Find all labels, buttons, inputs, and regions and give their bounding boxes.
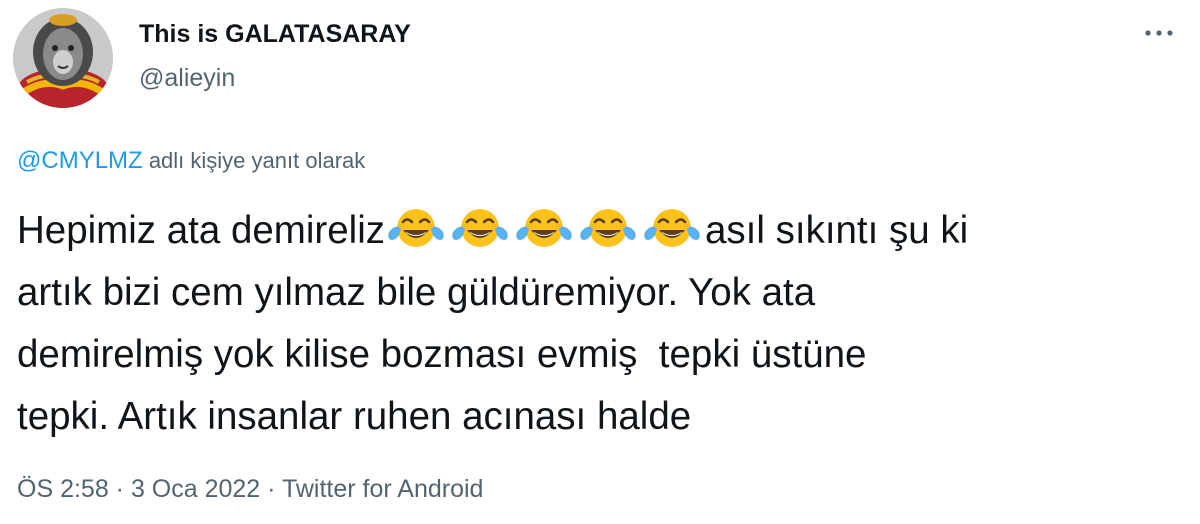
author-name[interactable]: This is GALATASARAY: [139, 20, 411, 49]
tears-of-joy-emoji-icon: [580, 209, 636, 247]
more-options-button[interactable]: [1140, 20, 1180, 50]
tweet-source[interactable]: Twitter for Android: [282, 475, 483, 503]
tweet-text-part1: Hepimiz ata demireliz: [17, 209, 386, 252]
meta-separator-1: ·: [108, 475, 131, 503]
reply-context-text: adlı kişiye yanıt olarak: [142, 148, 366, 173]
tears-of-joy-emoji-icon: [452, 209, 508, 247]
reply-mention-link[interactable]: @CMYLMZ: [17, 147, 143, 174]
tweet-time[interactable]: ÖS 2:58: [17, 475, 109, 503]
meta-separator-2: ·: [260, 475, 282, 503]
tears-of-joy-emoji-icon: [516, 209, 572, 247]
tweet-metadata: ÖS 2:58 · 3 Oca 2022 · Twitter for Andro…: [17, 475, 483, 504]
author-handle[interactable]: @alieyin: [139, 64, 235, 93]
tweet-text: Hepimiz ata demireliz asıl sıkıntı şu ki …: [17, 200, 1177, 448]
tweet-card: This is GALATASARAY @alieyin @CMYLMZ adl…: [0, 0, 1200, 524]
author-avatar[interactable]: [13, 8, 113, 108]
tweet-date[interactable]: 3 Oca 2022: [131, 475, 260, 503]
more-horizontal-icon: [1145, 30, 1173, 36]
lion-avatar-icon: [13, 8, 113, 108]
reply-context: @CMYLMZ adlı kişiye yanıt olarak: [17, 147, 365, 175]
tears-of-joy-emoji-icon: [644, 209, 700, 247]
emoji-row: [385, 206, 705, 250]
tears-of-joy-emoji-icon: [388, 209, 444, 247]
